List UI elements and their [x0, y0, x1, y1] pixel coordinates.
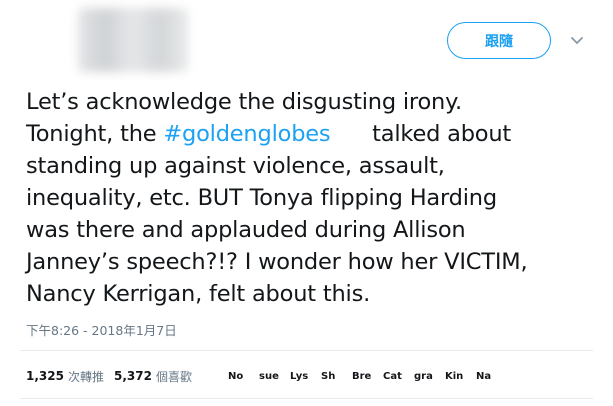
chevron-down-icon[interactable]: [568, 32, 586, 50]
like-label: 個喜歡: [155, 369, 192, 384]
follow-button-label: 跟隨: [485, 33, 513, 50]
retweet-stat[interactable]: 1,325 次轉推: [26, 368, 104, 385]
liker-avatar[interactable]: gra: [414, 366, 438, 386]
liker-avatar[interactable]: Lys: [290, 366, 314, 386]
blurred-user-name: [78, 8, 188, 72]
tweet-line: Janney’s speech?!? I wonder how her VICT…: [26, 249, 528, 275]
hashtag-link[interactable]: #goldenglobes: [163, 121, 330, 147]
retweet-count: 1,325: [26, 369, 64, 383]
tweet-line: was there and applauded during Allison: [26, 217, 466, 243]
liker-avatar[interactable]: Sh: [321, 366, 345, 386]
tweet-line: standing up against violence, assault,: [26, 153, 445, 179]
tweet-line: Let’s acknowledge the disgusting irony.: [26, 89, 462, 115]
like-count: 5,372: [113, 369, 152, 383]
liker-avatar[interactable]: Cat: [383, 366, 407, 386]
liker-avatar[interactable]: Na: [476, 366, 500, 386]
divider: [20, 398, 593, 399]
tweet-line: Tonight, the #goldenglobes talked about: [26, 118, 586, 150]
liker-avatar[interactable]: sue: [259, 366, 283, 386]
like-stat[interactable]: 5,372 個喜歡: [114, 368, 192, 385]
tweet-text-segment: talked about: [330, 121, 512, 147]
follow-button[interactable]: 跟隨: [447, 22, 551, 59]
liker-avatar[interactable]: No: [228, 366, 252, 386]
tweet-text-segment: Tonight, the: [26, 121, 164, 147]
retweet-label: 次轉推: [67, 369, 104, 384]
divider: [20, 350, 593, 351]
liker-avatar[interactable]: Kin: [445, 366, 469, 386]
tweet-header: 跟隨: [0, 0, 613, 78]
tweet-timestamp[interactable]: 下午8:26 - 2018年1月7日: [26, 320, 177, 339]
liker-avatars: No sue Lys Sh Bre Cat gra Kin Na: [228, 366, 507, 386]
tweet-text: Let’s acknowledge the disgusting irony. …: [26, 86, 586, 310]
tweet-line: Nancy Kerrigan, felt about this.: [26, 281, 371, 307]
liker-avatar[interactable]: Bre: [352, 366, 376, 386]
tweet-line: inequality, etc. BUT Tonya flipping Hard…: [26, 185, 497, 211]
tweet-stats: 1,325 次轉推 5,372 個喜歡: [26, 368, 202, 384]
